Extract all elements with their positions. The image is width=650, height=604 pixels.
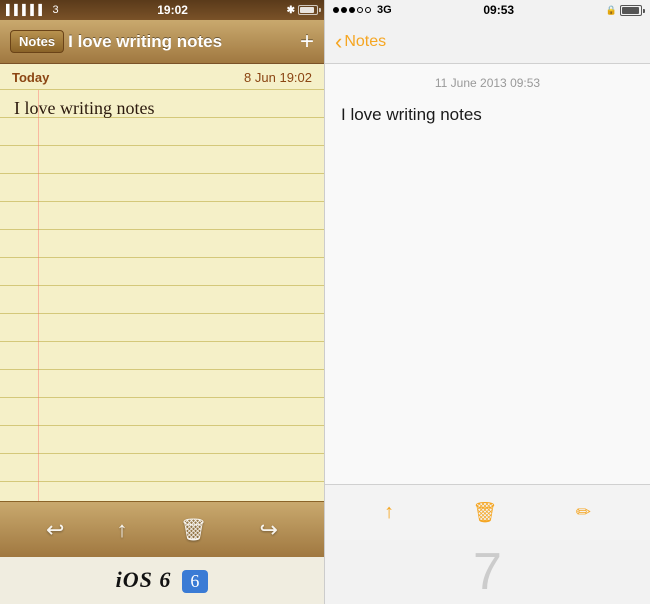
signal-dot-1 — [333, 7, 339, 13]
ios7-note-date: 11 June 2013 09:53 — [341, 64, 634, 98]
ios7-content[interactable]: 11 June 2013 09:53 I love writing notes — [325, 64, 650, 484]
ios7-signal-dots — [333, 7, 371, 13]
ios6-reply-button[interactable]: ↩ — [46, 517, 64, 543]
ios6-status-left: ▌▌▌▌▌ 3 — [6, 4, 59, 16]
ios7-chevron-icon: ‹ — [335, 31, 342, 53]
ios6-note-content[interactable]: I love writing notes — [0, 90, 324, 501]
signal-dot-2 — [341, 7, 347, 13]
ios7-nav-bar: ‹ Notes — [325, 20, 650, 64]
ios6-date-bar: Today 8 Jun 19:02 — [0, 64, 324, 90]
ios6-today-label: Today — [12, 70, 49, 85]
ios6-ruled-lines — [0, 90, 324, 501]
ios6-nav-bar: Notes I love writing notes + — [0, 20, 324, 64]
signal-dot-3 — [349, 7, 355, 13]
ios7-lock-icon: 🔒 — [606, 5, 617, 16]
ios6-version-label: iOS 6 6 — [0, 557, 324, 604]
ios6-carrier: 3 — [52, 4, 58, 16]
ios6-share-button[interactable]: ↑ — [117, 517, 128, 543]
ios6-signal: ▌▌▌▌▌ — [6, 5, 46, 16]
ios7-status-left: 3G — [333, 4, 392, 16]
ios6-bluetooth-icon: ✱ — [287, 5, 295, 16]
ios7-toolbar: ↑ 🗑 ✏ — [325, 484, 650, 540]
ios7-battery-icon — [620, 5, 642, 16]
ios7-status-bar: 3G 09:53 🔒 — [325, 0, 650, 20]
ios7-version-logo: 7 — [325, 540, 650, 604]
ios7-back-button[interactable]: ‹ Notes — [335, 31, 386, 53]
ios6-status-bar: ▌▌▌▌▌ 3 19:02 ✱ — [0, 0, 324, 20]
ios6-add-button[interactable]: + — [300, 28, 314, 56]
ios6-battery-icon — [298, 5, 318, 15]
ios7-note-text: I love writing notes — [341, 102, 634, 128]
ios7-share-button[interactable]: ↑ — [384, 501, 394, 524]
ios7-back-label: Notes — [344, 33, 386, 51]
ios6-date-time: 8 Jun 19:02 — [244, 70, 312, 85]
ios7-status-right: 🔒 — [606, 5, 642, 16]
ios6-forward-button[interactable]: ↪ — [260, 517, 278, 543]
ios6-toolbar: ↩ ↑ 🗑 ↪ — [0, 501, 324, 557]
ios7-trash-button[interactable]: 🗑 — [472, 500, 497, 525]
ios6-nav-title: I love writing notes — [68, 32, 300, 52]
ios6-back-button[interactable]: Notes — [10, 30, 64, 53]
signal-dot-5 — [365, 7, 371, 13]
ios6-note-text: I love writing notes — [14, 98, 154, 119]
ios6-status-right: ✱ — [287, 5, 318, 16]
ios7-panel: 3G 09:53 🔒 ‹ Notes 11 June 2013 09:53 I … — [325, 0, 650, 604]
ios7-time: 09:53 — [483, 3, 514, 17]
ios7-carrier: 3G — [377, 4, 392, 16]
ios7-compose-button[interactable]: ✏ — [576, 502, 591, 523]
signal-dot-4 — [357, 7, 363, 13]
ios6-panel: ▌▌▌▌▌ 3 19:02 ✱ Notes I love writing not… — [0, 0, 325, 604]
ios6-time: 19:02 — [157, 3, 188, 17]
ios6-trash-button[interactable]: 🗑 — [180, 517, 208, 543]
